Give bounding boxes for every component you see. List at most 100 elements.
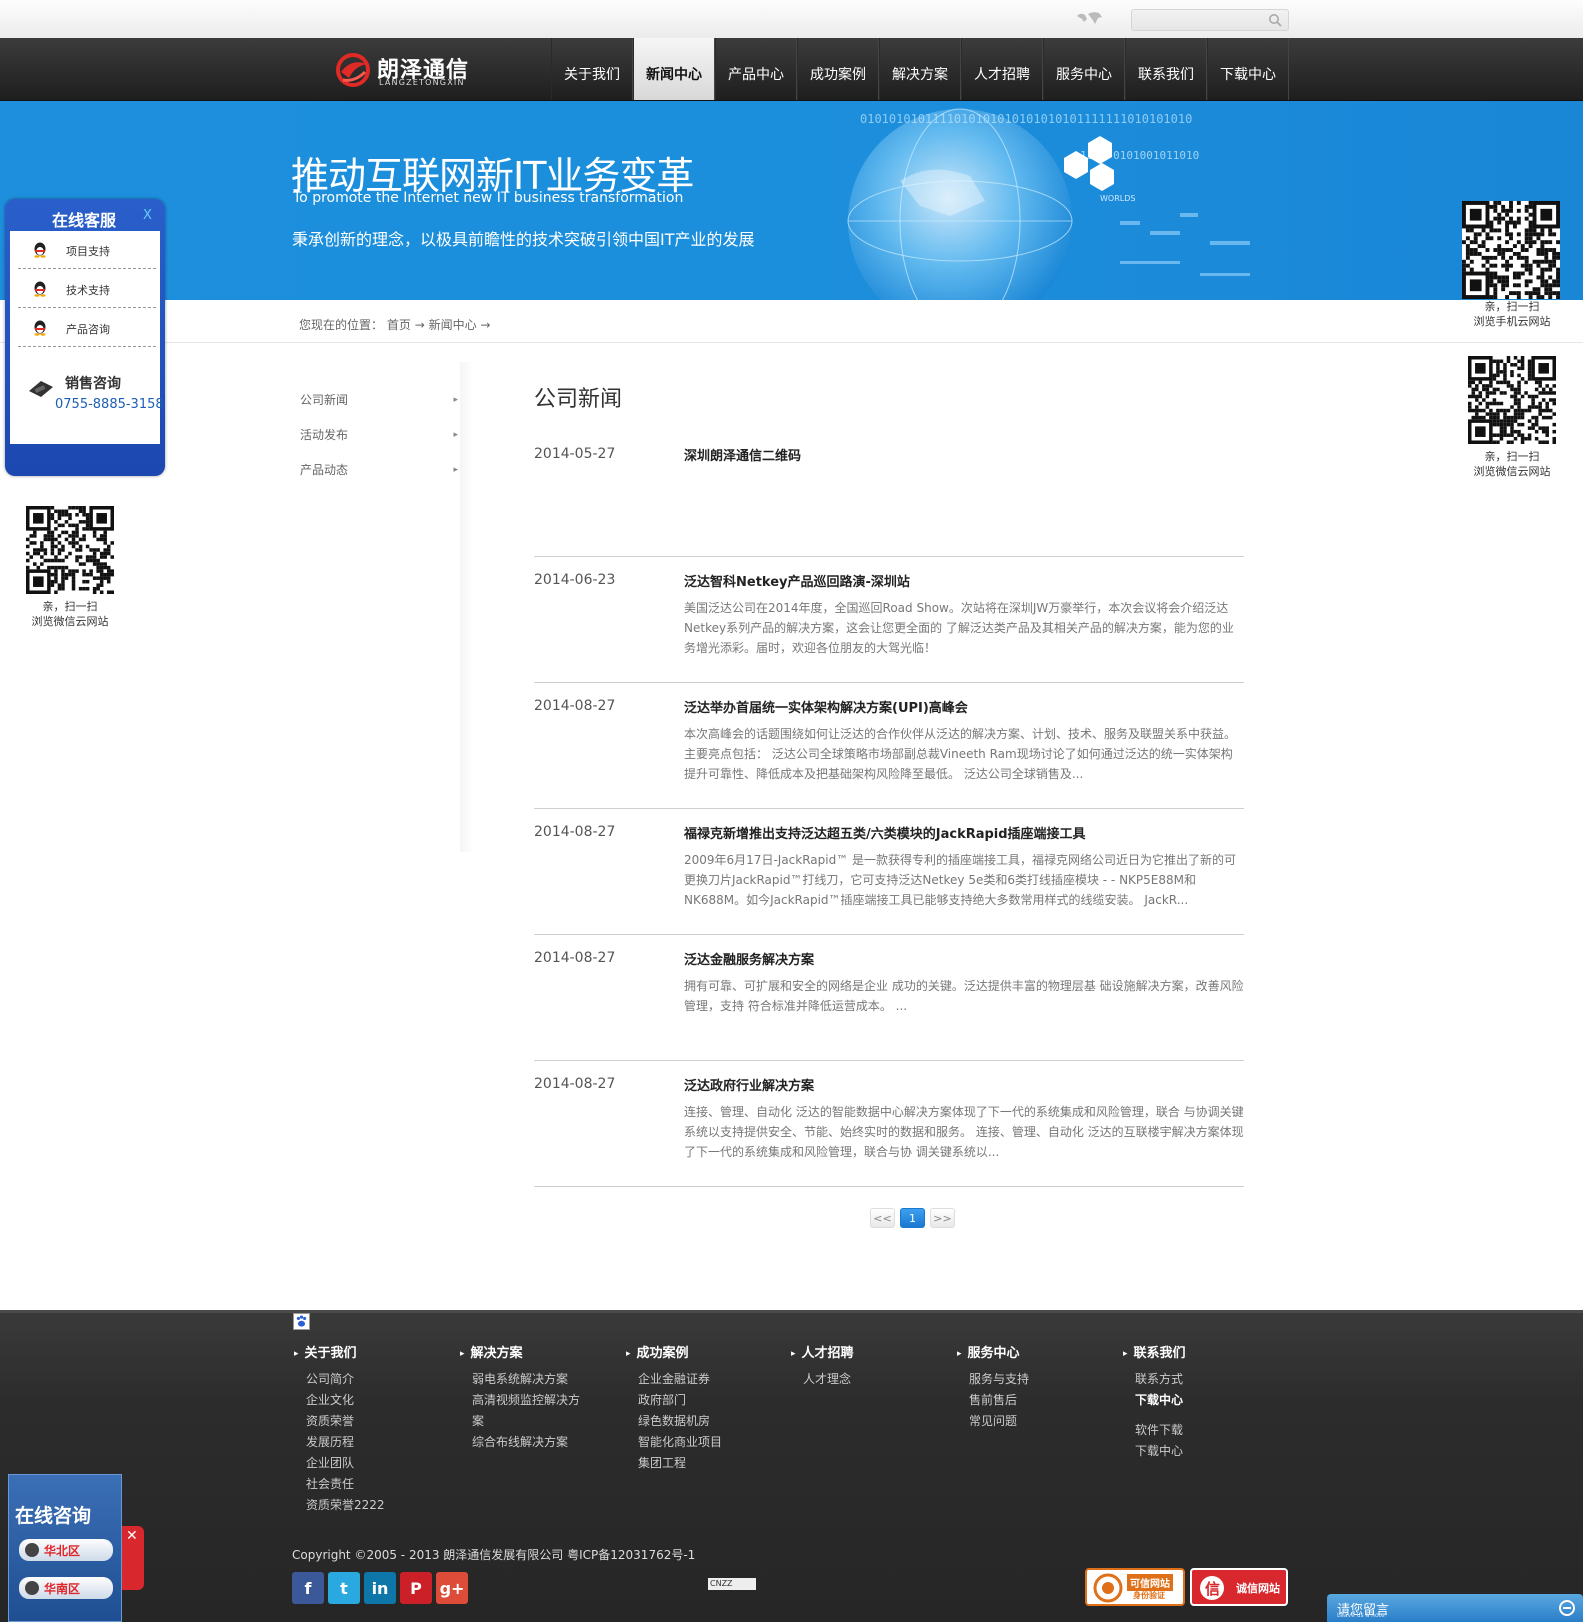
logo-mark-icon xyxy=(336,53,370,87)
close-icon[interactable]: ✕ xyxy=(126,1528,138,1544)
side-item-label: 公司新闻 xyxy=(300,393,349,407)
news-summary: 连接、管理、自动化 泛达的智能数据中心解决方案体现了下一代的系统集成和风险管理，… xyxy=(684,1105,1244,1159)
leave-message-bar[interactable]: 请您留言 Leave us a note xyxy=(1327,1594,1583,1622)
nav-item-2[interactable]: 产品中心 xyxy=(715,38,797,100)
news-title-link[interactable]: 深圳朗泽通信二维码 xyxy=(684,445,801,464)
footer-link[interactable]: 人才理念 xyxy=(803,1369,951,1390)
service-item-tech-support[interactable]: 技术支持 xyxy=(18,270,156,308)
footer-link[interactable]: 智能化商业项目 xyxy=(638,1432,786,1453)
footer-link[interactable]: 弱电系统解决方案 xyxy=(472,1369,620,1390)
news-date: 2014-08-27 xyxy=(534,698,616,714)
footer-column-heading[interactable]: 解决方案 xyxy=(460,1342,620,1361)
footer-link[interactable]: 绿色数据机房 xyxy=(638,1411,786,1432)
pager-prev-button[interactable]: << xyxy=(870,1208,895,1228)
cnzz-stats-badge[interactable]: CNZZ xyxy=(708,1578,756,1590)
qr-code-right-bottom xyxy=(1468,356,1556,444)
footer-column-heading[interactable]: 人才招聘 xyxy=(791,1342,951,1361)
side-item-events[interactable]: 活动发布 ▸ xyxy=(300,407,470,442)
pager-next-button[interactable]: >> xyxy=(930,1208,955,1228)
footer-column: 服务中心服务与支持售前售后常见问题 xyxy=(957,1342,1117,1432)
footer-link[interactable]: 企业金融证券 xyxy=(638,1369,786,1390)
footer-link[interactable]: 售前售后 xyxy=(969,1390,1117,1411)
footer-link[interactable]: 企业团队 xyxy=(306,1453,454,1474)
close-button[interactable]: X xyxy=(143,208,152,223)
banner-tagline: 秉承创新的理念，以极具前瞻性的技术突破引领中国IT产业的发展 xyxy=(292,230,755,249)
linkedin-icon[interactable]: in xyxy=(364,1572,396,1604)
footer-link[interactable]: 资质荣誉2222 xyxy=(306,1495,454,1516)
search-icon[interactable] xyxy=(1268,13,1282,27)
logo-subtext: LANGZETONGXIN xyxy=(379,78,465,87)
breadcrumb: 您现在的位置： 首页 → 新闻中心 → xyxy=(299,316,490,333)
side-item-product-news[interactable]: 产品动态 ▸ xyxy=(300,442,470,477)
footer-column-heading[interactable]: 联系我们 xyxy=(1123,1342,1283,1361)
nav-menu: 关于我们 新闻中心 产品中心 成功案例 解决方案 人才招聘 服务中心 联系我们 下载中心 xyxy=(551,38,1289,100)
footer-link[interactable]: 社会责任 xyxy=(306,1474,454,1495)
nav-item-0[interactable]: 关于我们 xyxy=(551,38,633,100)
breadcrumb-current-link[interactable]: 新闻中心 xyxy=(429,318,477,332)
consult-north-china-button[interactable]: 华北区 xyxy=(19,1539,113,1561)
news-item: 2014-08-27 泛达举办首届统一实体架构解决方案(UPI)高峰会 本次高峰会的… xyxy=(534,683,1244,809)
footer-link[interactable]: 下载中心 xyxy=(1135,1390,1283,1411)
news-title-link[interactable]: 泛达金融服务解决方案 xyxy=(684,949,814,968)
service-item-product-inquiry[interactable]: 产品咨询 xyxy=(18,309,156,347)
news-summary: 2009年6月17日-JackRapid™ 是一款获得专利的插座端接工具，福禄克… xyxy=(684,853,1237,907)
collapse-icon[interactable] xyxy=(1559,1600,1575,1616)
nav-item-7[interactable]: 联系我们 xyxy=(1125,38,1207,100)
nav-item-6[interactable]: 服务中心 xyxy=(1043,38,1125,100)
footer-column: 成功案例企业金融证券政府部门绿色数据机房智能化商业项目集团工程 xyxy=(626,1342,786,1474)
facebook-icon[interactable]: f xyxy=(292,1572,324,1604)
footer-link[interactable]: 企业文化 xyxy=(306,1390,454,1411)
news-title-link[interactable]: 泛达智科Netkey产品巡回路演-深圳站 xyxy=(684,571,910,590)
pinterest-icon[interactable]: P xyxy=(400,1572,432,1604)
footer-link[interactable]: 常见问题 xyxy=(969,1411,1117,1432)
footer-column: 联系我们联系方式下载中心软件下载下载中心 xyxy=(1123,1342,1283,1462)
nav-item-8[interactable]: 下载中心 xyxy=(1207,38,1289,100)
footer-link[interactable]: 下载中心 xyxy=(1135,1441,1283,1462)
pager-page-button[interactable]: 1 xyxy=(900,1208,925,1228)
footer-column-heading[interactable]: 服务中心 xyxy=(957,1342,1117,1361)
divider xyxy=(0,342,1583,343)
news-title-link[interactable]: 泛达举办首届统一实体架构解决方案(UPI)高峰会 xyxy=(684,697,968,716)
footer-link[interactable]: 发展历程 xyxy=(306,1432,454,1453)
footer-link[interactable]: 高清视频监控解决方 xyxy=(472,1390,620,1411)
footer-link[interactable]: 服务与支持 xyxy=(969,1369,1117,1390)
side-item-company-news[interactable]: 公司新闻 ▸ xyxy=(300,372,470,407)
service-item-project-support[interactable]: 项目支持 xyxy=(18,231,156,269)
nav-item-5[interactable]: 人才招聘 xyxy=(961,38,1043,100)
googleplus-icon[interactable]: g+ xyxy=(436,1572,468,1604)
integrity-site-badge[interactable]: 信 诚信网站 xyxy=(1190,1568,1288,1606)
breadcrumb-home-link[interactable]: 首页 xyxy=(387,318,411,332)
site-logo[interactable]: 朗泽通信 LANGZETONGXIN xyxy=(333,50,493,90)
consult-side-tab[interactable]: ✕ xyxy=(122,1526,144,1590)
nav-item-4[interactable]: 解决方案 xyxy=(879,38,961,100)
twitter-icon[interactable]: t xyxy=(328,1572,360,1604)
trust-badge-label: 可信网站 xyxy=(1127,1574,1173,1591)
news-title-link[interactable]: 福禄克新增推出支持泛达超五类/六类模块的JackRapid插座端接工具 xyxy=(684,823,1086,842)
footer-column-heading[interactable]: 关于我们 xyxy=(294,1342,454,1361)
footer-link[interactable]: 政府部门 xyxy=(638,1390,786,1411)
search-input[interactable] xyxy=(1131,9,1289,31)
news-title-link[interactable]: 泛达政府行业解决方案 xyxy=(684,1075,814,1094)
baidu-paw-icon[interactable] xyxy=(293,1313,310,1330)
news-date: 2014-08-27 xyxy=(534,950,616,966)
trusted-site-badge[interactable]: 可信网站 身份验证 xyxy=(1085,1568,1185,1606)
telephone-icon xyxy=(29,381,53,397)
qr-caption-right-bottom: 亲，扫一扫 浏览微信云网站 xyxy=(1473,450,1551,478)
footer-link[interactable]: 资质荣誉 xyxy=(306,1411,454,1432)
world-map-icon xyxy=(1077,12,1102,24)
footer-link[interactable]: 公司简介 xyxy=(306,1369,454,1390)
nav-item-1[interactable]: 新闻中心 xyxy=(633,38,715,100)
news-item: 2014-05-27 深圳朗泽通信二维码 xyxy=(534,431,1244,557)
news-date: 2014-06-23 xyxy=(534,572,616,588)
footer-link[interactable]: 集团工程 xyxy=(638,1453,786,1474)
leave-message-sublabel: Leave us a note xyxy=(1337,1612,1385,1619)
top-utility-bar xyxy=(0,0,1583,38)
footer-link[interactable]: 综合布线解决方案 xyxy=(472,1432,620,1453)
consult-south-china-button[interactable]: 华南区 xyxy=(19,1577,113,1599)
nav-item-3[interactable]: 成功案例 xyxy=(797,38,879,100)
footer-column-heading[interactable]: 成功案例 xyxy=(626,1342,786,1361)
footer-link[interactable]: 联系方式 xyxy=(1135,1369,1283,1390)
footer-link[interactable]: 软件下载 xyxy=(1135,1420,1283,1441)
footer-column: 人才招聘人才理念 xyxy=(791,1342,951,1390)
footer-link[interactable]: 案 xyxy=(472,1411,620,1432)
